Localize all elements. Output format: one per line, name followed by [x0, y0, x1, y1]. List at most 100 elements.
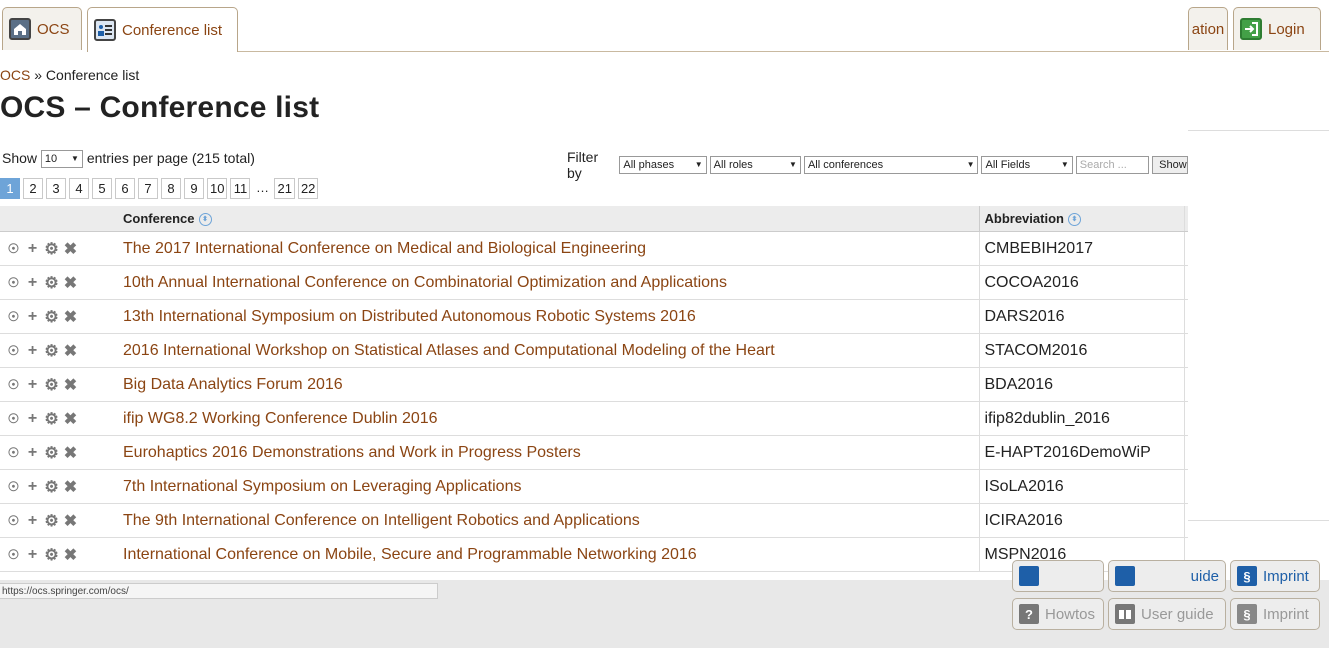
gear-icon[interactable]: ⚙ — [42, 273, 61, 293]
view-icon[interactable]: ☉ — [4, 411, 23, 427]
tab-ocs[interactable]: OCS — [2, 7, 82, 50]
page-link-6[interactable]: 6 — [115, 178, 135, 199]
page-link-8[interactable]: 8 — [161, 178, 181, 199]
tab-login[interactable]: Login — [1233, 7, 1321, 50]
table-row: ☉ + ⚙ ✖ The 2017 International Conference on… — [0, 231, 1188, 266]
add-icon[interactable]: + — [23, 410, 42, 428]
home-icon — [9, 18, 31, 40]
conference-link[interactable]: ifip WG8.2 Working Conference Dublin 201… — [118, 401, 979, 436]
table-row: ☉ + ⚙ ✖ Eurohaptics 2016 Demonstrations and … — [0, 435, 1188, 470]
field-filter-select[interactable]: All Fields ▼ — [981, 156, 1073, 174]
sort-icon[interactable]: ⬍ — [1067, 213, 1081, 227]
gear-icon[interactable]: ⚙ — [42, 307, 61, 327]
conference-column-header[interactable]: Conference ⬍ — [118, 206, 979, 232]
conference-filter-select[interactable]: All conferences ▼ — [803, 156, 979, 174]
breadcrumb-root-link[interactable]: OCS — [0, 67, 30, 83]
view-icon[interactable]: ☉ — [4, 309, 23, 325]
conference-link[interactable]: The 9th International Conference on Inte… — [118, 503, 979, 538]
view-icon[interactable]: ☉ — [4, 343, 23, 359]
conference-link[interactable]: 13th International Symposium on Distribu… — [118, 299, 979, 334]
delete-icon[interactable]: ✖ — [61, 307, 80, 327]
add-icon[interactable]: + — [23, 478, 42, 496]
row-actions: ☉ + ⚙ ✖ — [0, 299, 118, 334]
row-actions: ☉ + ⚙ ✖ — [0, 537, 118, 572]
abbreviation-cell: CMBEBIH2017 — [978, 231, 1184, 266]
add-icon[interactable]: + — [23, 376, 42, 394]
per-page-select[interactable]: 10 ▼ — [40, 150, 83, 169]
add-icon[interactable]: + — [23, 512, 42, 530]
abbreviation-column-header[interactable]: Abbreviation ⬍ — [978, 206, 1184, 232]
view-icon[interactable]: ☉ — [4, 513, 23, 529]
add-icon[interactable]: + — [23, 308, 42, 326]
search-input[interactable]: Search ... — [1075, 156, 1150, 174]
page-link-5[interactable]: 5 — [92, 178, 112, 199]
conference-link[interactable]: 10th Annual International Conference on … — [118, 265, 979, 300]
show-button[interactable]: Show — [1152, 156, 1188, 174]
delete-icon[interactable]: ✖ — [61, 545, 80, 565]
conference-link[interactable]: Eurohaptics 2016 Demonstrations and Work… — [118, 435, 979, 470]
gear-icon[interactable]: ⚙ — [42, 511, 61, 531]
phase-filter-select[interactable]: All phases ▼ — [619, 156, 707, 174]
gear-icon[interactable]: ⚙ — [42, 443, 61, 463]
view-icon[interactable]: ☉ — [4, 445, 23, 461]
question-icon — [1019, 566, 1039, 586]
role-filter-select[interactable]: All roles ▼ — [709, 156, 801, 174]
add-icon[interactable]: + — [23, 274, 42, 292]
add-icon[interactable]: + — [23, 546, 42, 564]
tab-conference-list[interactable]: Conference list — [87, 7, 238, 52]
chevron-down-icon: ▼ — [71, 154, 79, 164]
delete-icon[interactable]: ✖ — [61, 409, 80, 429]
delete-icon[interactable]: ✖ — [61, 341, 80, 361]
page-link-22[interactable]: 22 — [297, 178, 319, 199]
conference-link[interactable]: The 2017 International Conference on Med… — [118, 231, 979, 266]
page-link-1[interactable]: 1 — [0, 178, 20, 199]
conference-link[interactable]: 2016 International Workshop on Statistic… — [118, 333, 979, 368]
add-icon[interactable]: + — [23, 240, 42, 258]
page-link-9[interactable]: 9 — [184, 178, 204, 199]
abbreviation-cell: ISoLA2016 — [978, 469, 1184, 504]
gear-icon[interactable]: ⚙ — [42, 341, 61, 361]
footer-imprint-top-button[interactable]: § Imprint — [1230, 560, 1320, 592]
conference-link[interactable]: Big Data Analytics Forum 2016 — [118, 367, 979, 402]
view-icon[interactable]: ☉ — [4, 479, 23, 495]
add-icon[interactable]: + — [23, 444, 42, 462]
pagination-ellipsis: … — [253, 178, 272, 197]
delete-icon[interactable]: ✖ — [61, 273, 80, 293]
imprint-button[interactable]: § Imprint — [1230, 598, 1320, 630]
page-link-3[interactable]: 3 — [46, 178, 66, 199]
conference-link[interactable]: 7th International Symposium on Leveragin… — [118, 469, 979, 504]
gear-icon[interactable]: ⚙ — [42, 239, 61, 259]
page-link-10[interactable]: 10 — [207, 178, 228, 199]
delete-icon[interactable]: ✖ — [61, 443, 80, 463]
table-row: ☉ + ⚙ ✖ ifip WG8.2 Working Conference Dublin… — [0, 401, 1188, 436]
page-link-7[interactable]: 7 — [138, 178, 158, 199]
delete-icon[interactable]: ✖ — [61, 511, 80, 531]
extra-cell — [1183, 367, 1188, 402]
chevron-down-icon: ▼ — [1060, 160, 1069, 169]
tab-registration-partial[interactable]: ation — [1188, 7, 1228, 50]
tab-registration-partial-label: ation — [1191, 20, 1225, 38]
page-link-2[interactable]: 2 — [23, 178, 43, 199]
conference-link[interactable]: International Conference on Mobile, Secu… — [118, 537, 979, 572]
page-link-4[interactable]: 4 — [69, 178, 89, 199]
list-controls: Show 10 ▼ entries per page (215 total) Fi… — [0, 148, 1188, 181]
sort-icon[interactable]: ⬍ — [198, 213, 212, 227]
howtos-button[interactable]: ? Howtos — [1012, 598, 1104, 630]
view-icon[interactable]: ☉ — [4, 241, 23, 257]
delete-icon[interactable]: ✖ — [61, 239, 80, 259]
page-link-21[interactable]: 21 — [274, 178, 295, 199]
user-guide-button[interactable]: User guide — [1108, 598, 1226, 630]
view-icon[interactable]: ☉ — [4, 547, 23, 563]
add-icon[interactable]: + — [23, 342, 42, 360]
view-icon[interactable]: ☉ — [4, 377, 23, 393]
gear-icon[interactable]: ⚙ — [42, 375, 61, 395]
chevron-down-icon: ▼ — [966, 160, 975, 169]
gear-icon[interactable]: ⚙ — [42, 409, 61, 429]
gear-icon[interactable]: ⚙ — [42, 477, 61, 497]
delete-icon[interactable]: ✖ — [61, 375, 80, 395]
extra-cell — [1183, 401, 1188, 436]
view-icon[interactable]: ☉ — [4, 275, 23, 291]
gear-icon[interactable]: ⚙ — [42, 545, 61, 565]
page-link-11[interactable]: 11 — [230, 178, 251, 199]
delete-icon[interactable]: ✖ — [61, 477, 80, 497]
